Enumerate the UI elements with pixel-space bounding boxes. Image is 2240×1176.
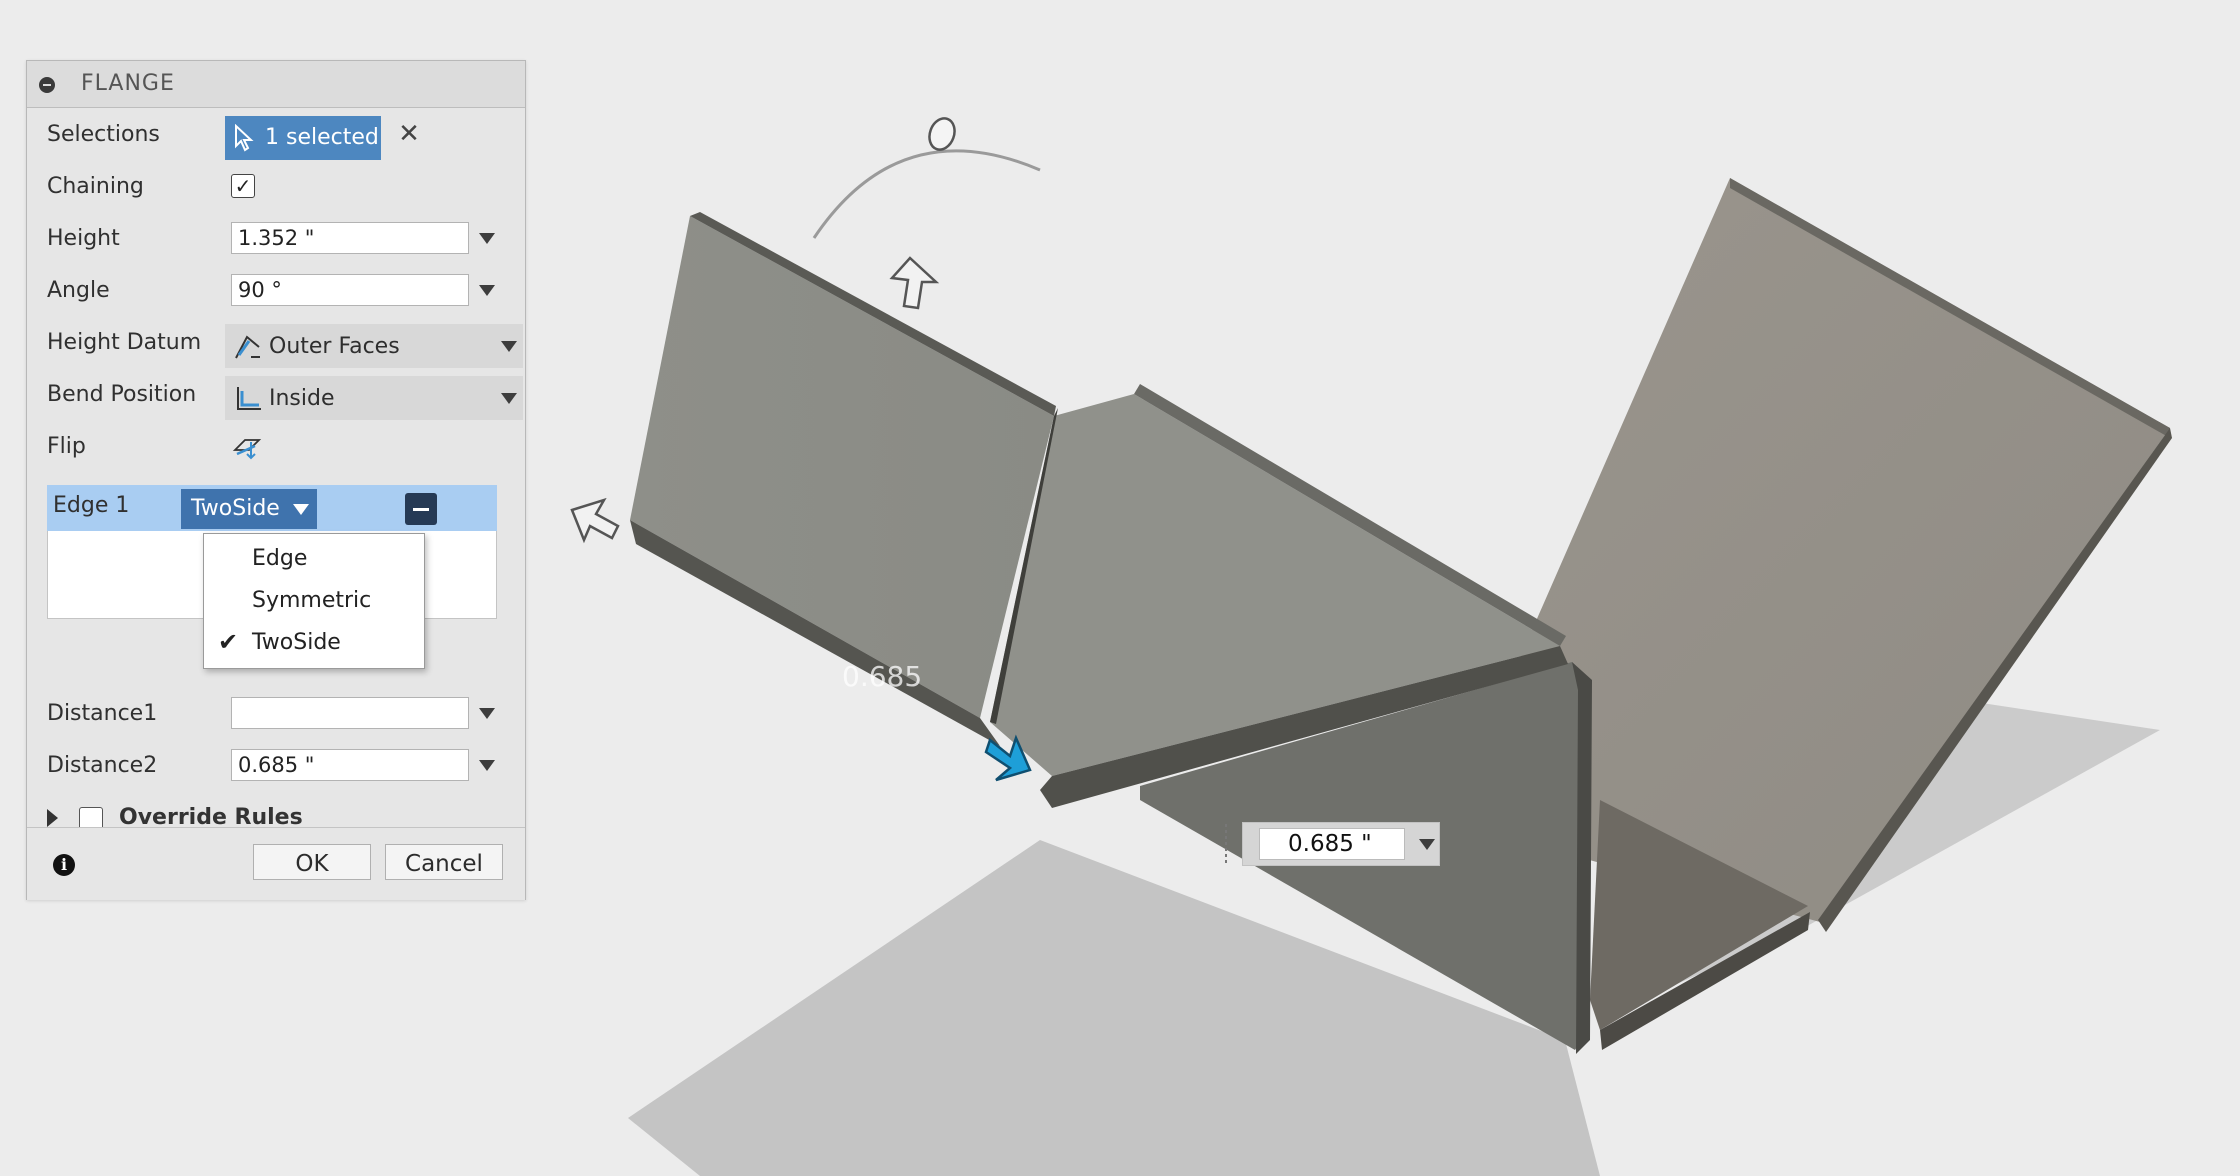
height-datum-value: Outer Faces xyxy=(269,334,400,359)
flip-icon[interactable] xyxy=(231,434,263,460)
ok-button[interactable]: OK xyxy=(253,844,371,880)
bend-position-row: Bend Position Inside xyxy=(27,372,525,420)
edge-label: Edge 1 xyxy=(53,493,130,518)
menu-item-label: Edge xyxy=(252,546,308,571)
expand-triangle-icon[interactable] xyxy=(47,809,58,827)
menu-item-twoside[interactable]: ✔ TwoSide xyxy=(204,622,424,664)
selections-button[interactable]: 1 selected xyxy=(225,116,381,160)
height-datum-dropdown[interactable]: Outer Faces xyxy=(225,324,523,368)
extent-menu: Edge Symmetric ✔ TwoSide xyxy=(203,533,425,669)
chevron-down-icon[interactable] xyxy=(479,285,495,296)
panel-title: FLANGE xyxy=(81,71,175,96)
distance1-label: Distance1 xyxy=(47,701,158,726)
chevron-down-icon xyxy=(293,504,309,515)
distance2-input[interactable] xyxy=(231,749,469,781)
remove-edge-button[interactable] xyxy=(405,493,437,525)
selections-count: 1 selected xyxy=(265,125,379,150)
height-label: Height xyxy=(47,226,120,251)
chevron-down-icon xyxy=(501,393,517,404)
viewport-distance-dropdown[interactable]: 0.685 " xyxy=(1242,822,1440,866)
chaining-label: Chaining xyxy=(47,174,144,199)
flip-label: Flip xyxy=(47,434,86,459)
chevron-down-icon[interactable] xyxy=(1419,839,1435,850)
height-row: Height xyxy=(27,216,525,262)
panel-footer: i OK Cancel xyxy=(27,827,525,900)
menu-item-label: Symmetric xyxy=(252,588,372,613)
angle-row: Angle xyxy=(27,268,525,314)
height-input[interactable] xyxy=(231,222,469,254)
height-arrow-icon[interactable] xyxy=(889,256,940,310)
chevron-down-icon[interactable] xyxy=(479,760,495,771)
direction-arrow-icon[interactable] xyxy=(570,497,620,544)
flange-panel: FLANGE Selections 1 selected ✕ Chaining … xyxy=(26,60,526,900)
height-datum-label: Height Datum xyxy=(47,330,202,355)
outer-faces-icon xyxy=(235,335,260,359)
edge-extent-dropdown[interactable]: TwoSide xyxy=(181,489,317,529)
info-icon[interactable]: i xyxy=(53,854,75,876)
distance1-row: Distance1 xyxy=(27,691,525,737)
collapse-icon[interactable] xyxy=(39,77,55,93)
menu-item-label: TwoSide xyxy=(252,630,341,655)
cancel-button[interactable]: Cancel xyxy=(385,844,503,880)
chaining-checkbox[interactable]: ✓ xyxy=(231,174,255,198)
edge-extent-value: TwoSide xyxy=(191,496,280,521)
selections-label: Selections xyxy=(47,122,160,147)
angle-label: Angle xyxy=(47,278,110,303)
ghost-dimension-label: 0.685 xyxy=(842,660,923,693)
chevron-down-icon xyxy=(501,341,517,352)
angle-input[interactable] xyxy=(231,274,469,306)
height-datum-row: Height Datum Outer Faces xyxy=(27,320,525,368)
chaining-row: Chaining ✓ xyxy=(27,164,525,210)
rotate-arc[interactable] xyxy=(812,149,1041,239)
inside-bend-icon xyxy=(237,387,261,410)
checkmark-icon: ✔ xyxy=(218,628,239,656)
menu-item-symmetric[interactable]: Symmetric xyxy=(204,580,424,622)
bend-position-dropdown[interactable]: Inside xyxy=(225,376,523,420)
chevron-down-icon[interactable] xyxy=(479,708,495,719)
distance2-row: Distance2 xyxy=(27,743,525,789)
bend-position-label: Bend Position xyxy=(47,382,197,407)
distance2-label: Distance2 xyxy=(47,753,158,778)
clear-selection-icon[interactable]: ✕ xyxy=(395,120,423,148)
panel-header: FLANGE xyxy=(27,61,525,108)
cursor-arrow-icon xyxy=(235,124,254,152)
flip-row: Flip xyxy=(27,424,525,470)
rotate-handle-icon[interactable] xyxy=(925,115,958,153)
bend-position-value: Inside xyxy=(269,386,335,411)
viewport-distance-input[interactable]: 0.685 " xyxy=(1259,828,1405,860)
chevron-down-icon[interactable] xyxy=(479,233,495,244)
menu-item-edge[interactable]: Edge xyxy=(204,538,424,580)
distance1-input[interactable] xyxy=(231,697,469,729)
selections-row: Selections 1 selected ✕ xyxy=(27,112,525,160)
